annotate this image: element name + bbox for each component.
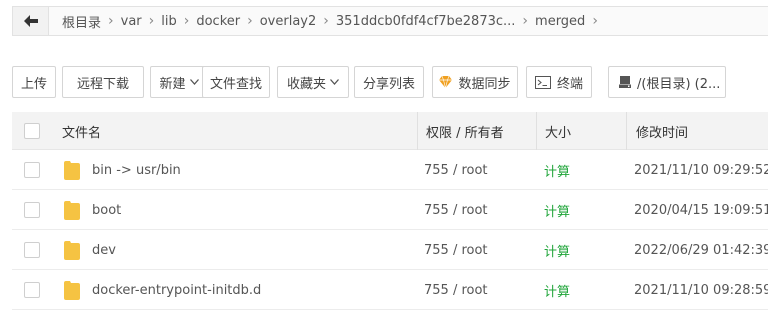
file-name[interactable]: boot	[92, 203, 121, 218]
header-size[interactable]: 大小	[545, 112, 571, 150]
row-checkbox[interactable]	[24, 202, 40, 218]
size-calc-link[interactable]: 计算	[544, 230, 570, 270]
table-row[interactable]: docker-entrypoint-initdb.d 755 / root 计算…	[12, 270, 768, 310]
back-arrow-icon	[23, 15, 38, 27]
breadcrumb-item-hash[interactable]: 351ddcb0fdf4cf7be2873c...	[329, 14, 523, 29]
mtime-cell: 2021/11/10 09:29:52	[634, 162, 768, 178]
column-divider	[626, 112, 627, 150]
size-calc-link[interactable]: 计算	[544, 150, 570, 190]
chevron-down-icon	[189, 79, 199, 85]
mtime-cell: 2021/11/10 09:28:59	[634, 282, 768, 298]
file-name-cell[interactable]: docker-entrypoint-initdb.d	[64, 270, 261, 310]
breadcrumb-separator-icon: ›	[592, 13, 598, 29]
size-calc-link[interactable]: 计算	[544, 270, 570, 310]
file-search-button[interactable]: 文件查找	[202, 66, 270, 98]
favorites-label: 收藏夹	[286, 76, 326, 92]
permission-cell[interactable]: 755 / root	[424, 150, 488, 190]
table-row[interactable]: boot 755 / root 计算 2020/04/15 19:09:51	[12, 190, 768, 230]
remote-download-label: 远程下载	[76, 76, 129, 92]
share-list-label: 分享列表	[362, 76, 415, 92]
file-name-cell[interactable]: bin -> usr/bin	[64, 150, 181, 190]
mtime-cell: 2020/04/15 19:09:51	[634, 202, 768, 218]
size-calc-link[interactable]: 计算	[544, 190, 570, 230]
header-filename[interactable]: 文件名	[62, 112, 101, 150]
header-permission[interactable]: 权限 / 所有者	[426, 112, 504, 150]
permission-cell[interactable]: 755 / root	[424, 190, 488, 230]
select-all-checkbox[interactable]	[24, 123, 40, 139]
row-checkbox[interactable]	[24, 162, 40, 178]
folder-icon	[64, 201, 80, 220]
file-name-cell[interactable]: dev	[64, 230, 116, 270]
permission-cell[interactable]: 755 / root	[424, 230, 488, 270]
folder-icon	[64, 241, 80, 260]
breadcrumb: 根目录 › var › lib › docker › overlay2 › 35…	[49, 12, 598, 31]
disk-button[interactable]: /(根目录) (2...	[608, 66, 726, 98]
terminal-button[interactable]: 终端	[526, 66, 592, 98]
breadcrumb-item-lib[interactable]: lib	[154, 14, 183, 29]
row-checkbox[interactable]	[24, 282, 40, 298]
folder-icon	[64, 281, 80, 300]
breadcrumb-item-var[interactable]: var	[114, 14, 149, 29]
file-search-label: 文件查找	[209, 76, 262, 92]
remote-download-button[interactable]: 远程下载	[62, 66, 144, 98]
breadcrumb-item-root[interactable]: 根目录	[55, 12, 108, 31]
upload-label: 上传	[20, 76, 47, 92]
table-row[interactable]: bin -> usr/bin 755 / root 计算 2021/11/10 …	[12, 150, 768, 190]
table-row[interactable]: dev 755 / root 计算 2022/06/29 01:42:39	[12, 230, 768, 270]
file-name-cell[interactable]: boot	[64, 190, 121, 230]
new-label: 新建	[159, 76, 186, 92]
file-name[interactable]: bin -> usr/bin	[92, 163, 181, 178]
row-checkbox[interactable]	[24, 242, 40, 258]
column-divider	[417, 112, 418, 150]
share-list-button[interactable]: 分享列表	[354, 66, 424, 98]
folder-icon	[64, 161, 80, 180]
chevron-down-icon	[330, 79, 339, 85]
file-name[interactable]: docker-entrypoint-initdb.d	[92, 283, 261, 298]
breadcrumb-item-overlay2[interactable]: overlay2	[253, 14, 324, 29]
header-mtime[interactable]: 修改时间	[636, 112, 688, 150]
diamond-icon	[439, 76, 453, 88]
new-button[interactable]: 新建	[150, 66, 208, 98]
breadcrumb-bar: 根目录 › var › lib › docker › overlay2 › 35…	[12, 6, 768, 36]
breadcrumb-item-merged[interactable]: merged	[528, 14, 592, 29]
back-button[interactable]	[13, 7, 49, 35]
disk-label: /(根目录) (2...	[637, 76, 721, 92]
file-table: 文件名 权限 / 所有者 大小 修改时间 bin -> usr/bin 755 …	[12, 112, 768, 310]
file-name[interactable]: dev	[92, 243, 116, 258]
terminal-icon	[534, 75, 551, 89]
upload-button[interactable]: 上传	[12, 66, 56, 98]
terminal-label: 终端	[556, 76, 583, 92]
permission-cell[interactable]: 755 / root	[424, 270, 488, 310]
table-header: 文件名 权限 / 所有者 大小 修改时间	[12, 112, 768, 150]
data-sync-button[interactable]: 数据同步	[432, 66, 518, 98]
favorites-button[interactable]: 收藏夹	[277, 66, 349, 98]
data-sync-label: 数据同步	[458, 76, 511, 92]
disk-icon	[619, 76, 631, 88]
column-divider	[536, 112, 537, 150]
mtime-cell: 2022/06/29 01:42:39	[634, 242, 768, 258]
breadcrumb-item-docker[interactable]: docker	[189, 14, 247, 29]
